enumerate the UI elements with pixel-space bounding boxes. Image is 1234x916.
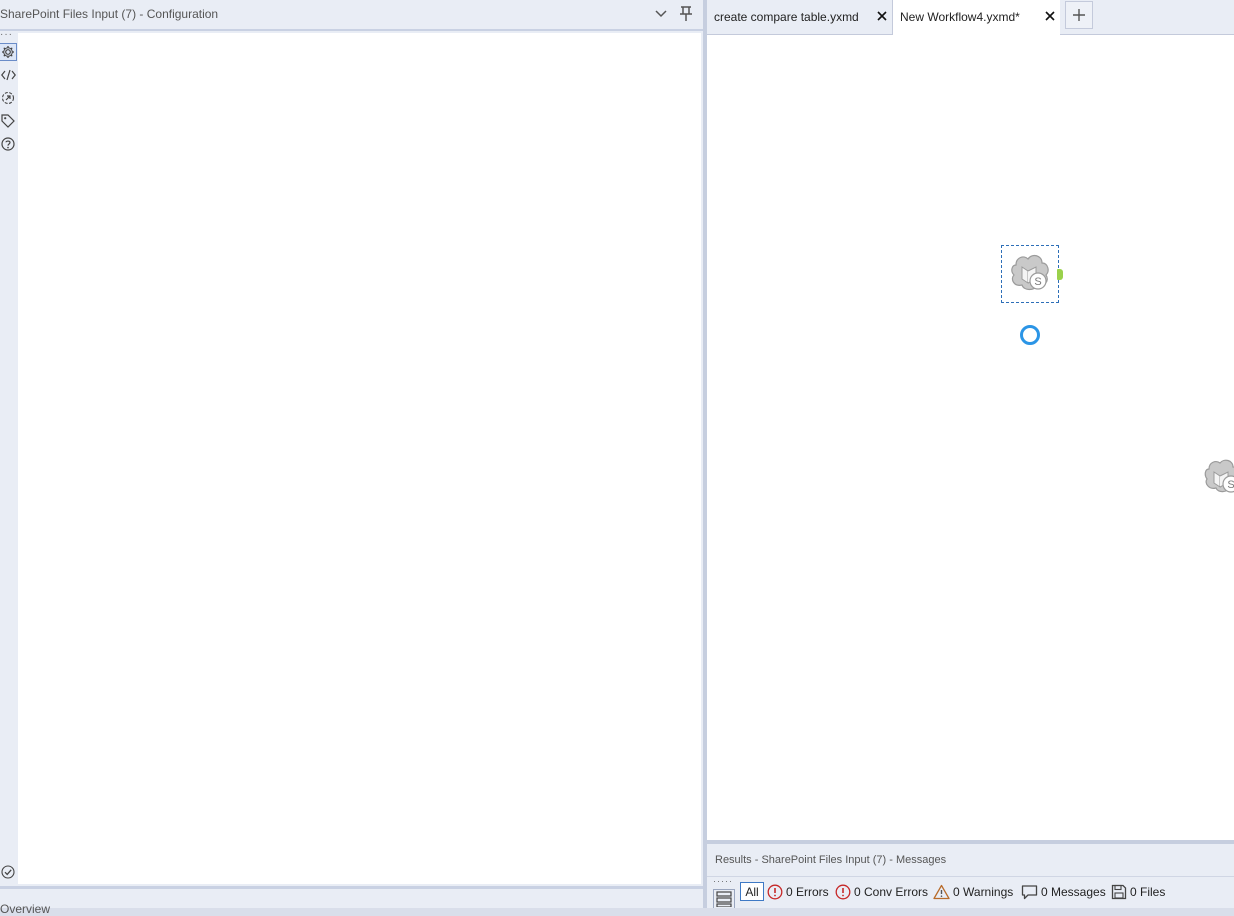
filter-files-button[interactable]: 0 Files — [1111, 882, 1165, 901]
chevron-down-icon[interactable] — [652, 5, 670, 23]
tab-label: New Workflow4.yxmd* — [900, 10, 1020, 24]
plus-icon — [1073, 9, 1085, 21]
message-icon — [1021, 884, 1038, 899]
pin-icon[interactable] — [677, 5, 695, 23]
check-icon[interactable] — [0, 864, 16, 880]
conv-errors-label: 0 Conv Errors — [854, 884, 929, 899]
filter-messages-button[interactable]: 0 Messages — [1021, 882, 1106, 901]
filter-errors-button[interactable]: 0 Errors — [767, 882, 829, 901]
results-toolbar: ····· All 0 Errors 0 Conv Errors 0 Warni… — [707, 877, 1234, 908]
tab-label: create compare table.yxmd — [714, 10, 859, 24]
results-title: Results - SharePoint Files Input (7) - M… — [715, 854, 947, 866]
files-label: 0 Files — [1130, 884, 1166, 899]
filter-conv-errors-button[interactable]: 0 Conv Errors — [835, 882, 928, 901]
grip-icon: ····· — [713, 876, 733, 886]
configuration-body — [18, 33, 701, 884]
overview-title: Overview — [0, 902, 51, 916]
xml-code-icon[interactable] — [0, 67, 16, 83]
configuration-header: SharePoint Files Input (7) - Configurati… — [0, 0, 704, 28]
annotation-icon[interactable] — [0, 90, 16, 106]
conversion-error-icon — [835, 884, 851, 899]
workflow-canvas[interactable]: S S — [707, 35, 1234, 840]
tag-icon[interactable] — [0, 113, 16, 129]
error-icon — [767, 884, 783, 899]
sharepoint-files-input-icon: S — [1011, 254, 1049, 291]
add-tab-button[interactable] — [1065, 1, 1093, 29]
header-divider — [0, 29, 704, 31]
output-anchor[interactable] — [1057, 269, 1063, 280]
rows-layout-icon — [716, 891, 732, 907]
overview-pane: Overview — [0, 886, 704, 916]
errors-label: 0 Errors — [786, 884, 829, 899]
warning-icon — [933, 884, 950, 899]
sharepoint-files-input-tool[interactable]: S — [1001, 245, 1063, 303]
filter-all-button[interactable]: All — [740, 882, 764, 901]
layout-toggle-button[interactable] — [713, 889, 735, 908]
tab-create-compare-table[interactable]: create compare table.yxmd — [707, 0, 893, 34]
warnings-label: 0 Warnings — [953, 884, 1014, 899]
close-icon[interactable] — [1043, 9, 1057, 23]
tab-new-workflow4[interactable]: New Workflow4.yxmd* — [893, 0, 1060, 35]
help-icon[interactable] — [0, 136, 16, 152]
filter-warnings-button[interactable]: 0 Warnings — [933, 882, 1013, 901]
configuration-side-toolbar: ··· — [0, 29, 18, 886]
save-file-icon — [1111, 884, 1127, 899]
loading-spinner-icon — [1020, 325, 1040, 345]
configuration-title: SharePoint Files Input (7) - Configurati… — [0, 7, 219, 21]
node-letter: S — [1227, 479, 1234, 491]
sharepoint-files-input-icon: S — [1204, 459, 1234, 493]
node-letter: S — [1034, 276, 1041, 288]
messages-label: 0 Messages — [1041, 884, 1106, 899]
workflow-tab-bar: create compare table.yxmd New Workflow4.… — [707, 0, 1234, 35]
configuration-gear-icon[interactable] — [0, 43, 17, 61]
sharepoint-files-input-tool-ghost[interactable]: S — [1201, 457, 1234, 499]
results-header: Results - SharePoint Files Input (7) - M… — [707, 844, 1234, 877]
grip-icon: ··· — [0, 29, 13, 40]
close-icon[interactable] — [875, 9, 889, 23]
configuration-pane: SharePoint Files Input (7) - Configurati… — [0, 0, 704, 886]
